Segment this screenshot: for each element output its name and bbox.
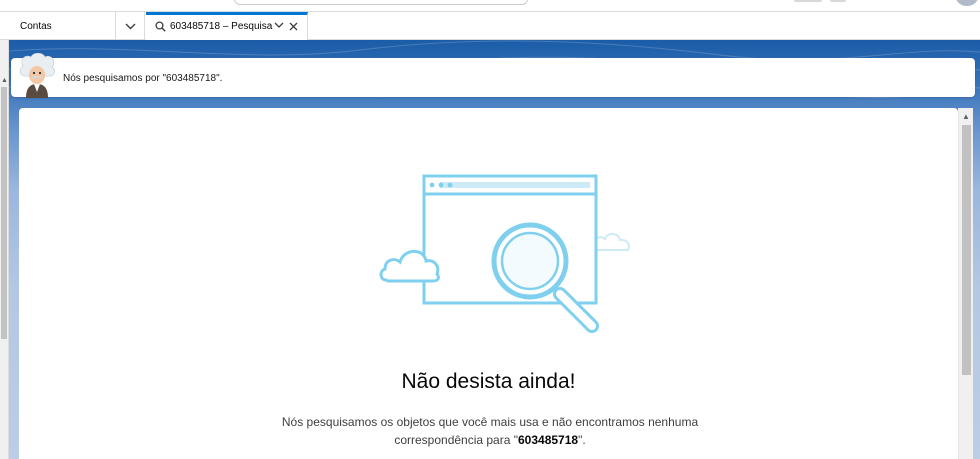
header-icon[interactable] [830,0,846,2]
close-icon[interactable] [289,22,298,31]
search-icon [155,21,166,32]
scroll-up-arrow-icon[interactable]: ▲ [1,77,8,84]
right-scrollbar[interactable]: ▲ [958,108,973,459]
search-window-illustration-icon [379,174,630,333]
search-results-card: Não desista ainda! Nós pesquisamos os ob… [19,108,958,459]
tab-search-results[interactable]: 603485718 – Pesquisa [146,12,308,40]
description-suffix: ". [578,433,586,447]
global-search-box[interactable] [234,0,528,5]
search-info-message: Nós pesquisamos por "603485718". [63,73,223,84]
object-tab-label: Contas [20,21,52,32]
search-info-bar: Nós pesquisamos por "603485718". [11,52,975,98]
empty-state-heading: Não desista ainda! [401,370,576,393]
header-icon[interactable] [794,0,822,2]
scroll-up-arrow-icon[interactable]: ▲ [962,112,970,121]
chevron-down-icon[interactable] [274,22,284,29]
search-term: 603485718 [518,433,579,447]
tab-label: 603485718 – Pesquisa [170,21,273,32]
object-tab-contas[interactable]: Contas [0,12,116,40]
left-scrollbar[interactable]: ▲ [0,40,9,459]
scrollbar-thumb[interactable] [1,87,7,339]
chevron-down-icon [125,23,135,29]
scrollbar-thumb[interactable] [962,125,971,375]
description-text: Nós pesquisamos os objetos que você mais… [281,415,699,447]
empty-state-description: Nós pesquisamos os objetos que você mais… [264,413,716,449]
einstein-avatar-icon [19,52,55,98]
object-menu-button[interactable] [116,12,145,40]
workspace-tab-bar: Contas 603485718 – Pesquisa [0,11,980,40]
